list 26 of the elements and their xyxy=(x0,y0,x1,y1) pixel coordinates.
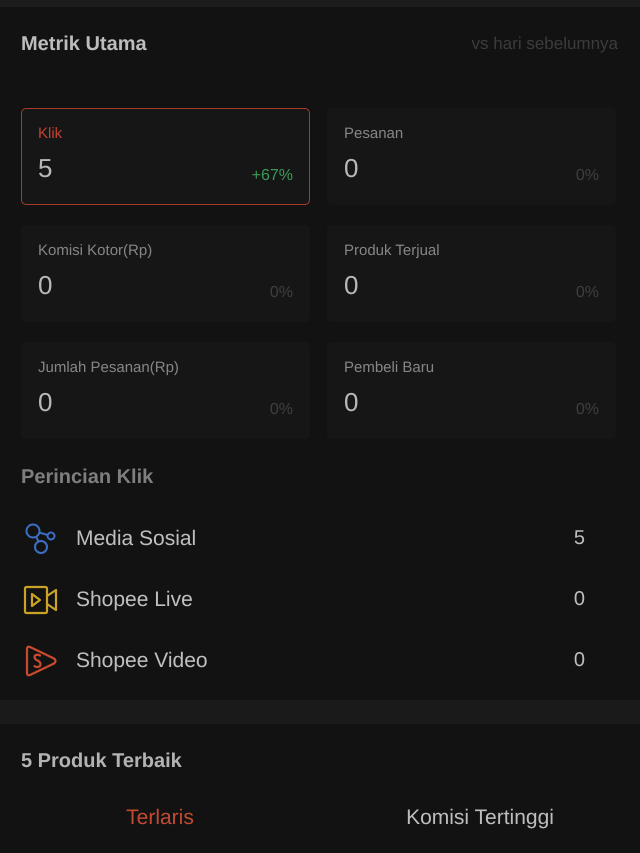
source-label: Media Sosial xyxy=(76,526,198,550)
metric-value: 5 xyxy=(38,153,52,183)
metric-label: Jumlah Pesanan(Rp) xyxy=(38,358,180,378)
click-count: 0 xyxy=(574,588,585,611)
metric-value: 0 xyxy=(344,387,358,417)
metric-label: Pesanan xyxy=(344,124,404,144)
metric-label: Pembeli Baru xyxy=(344,358,436,378)
product-tab[interactable]: Komisi Tertinggi xyxy=(320,794,640,842)
metric-label: Produk Terjual xyxy=(344,241,441,261)
metric-value: 0 xyxy=(344,270,358,300)
section-title: Metrik Utama xyxy=(21,32,147,57)
click-count: 5 xyxy=(574,527,585,550)
source-label: Shopee Video xyxy=(76,648,209,672)
metric-value: 0 xyxy=(38,387,52,417)
metric-change: +67% xyxy=(252,166,293,186)
metric-label: Komisi Kotor(Rp) xyxy=(38,241,154,261)
section-title: Perincian Klik xyxy=(21,465,154,490)
product-tab[interactable]: Terlaris xyxy=(0,794,320,842)
source-label: Shopee Live xyxy=(76,588,194,612)
metric-value: 0 xyxy=(344,153,358,183)
click-count: 0 xyxy=(574,649,585,672)
metric-value: 0 xyxy=(38,270,52,300)
metric-label: Klik xyxy=(38,124,64,144)
play-s-icon xyxy=(23,644,59,678)
metric-card[interactable]: Klik 5 +67% xyxy=(21,108,310,205)
section-title: 5 Produk Terbaik xyxy=(21,749,182,774)
